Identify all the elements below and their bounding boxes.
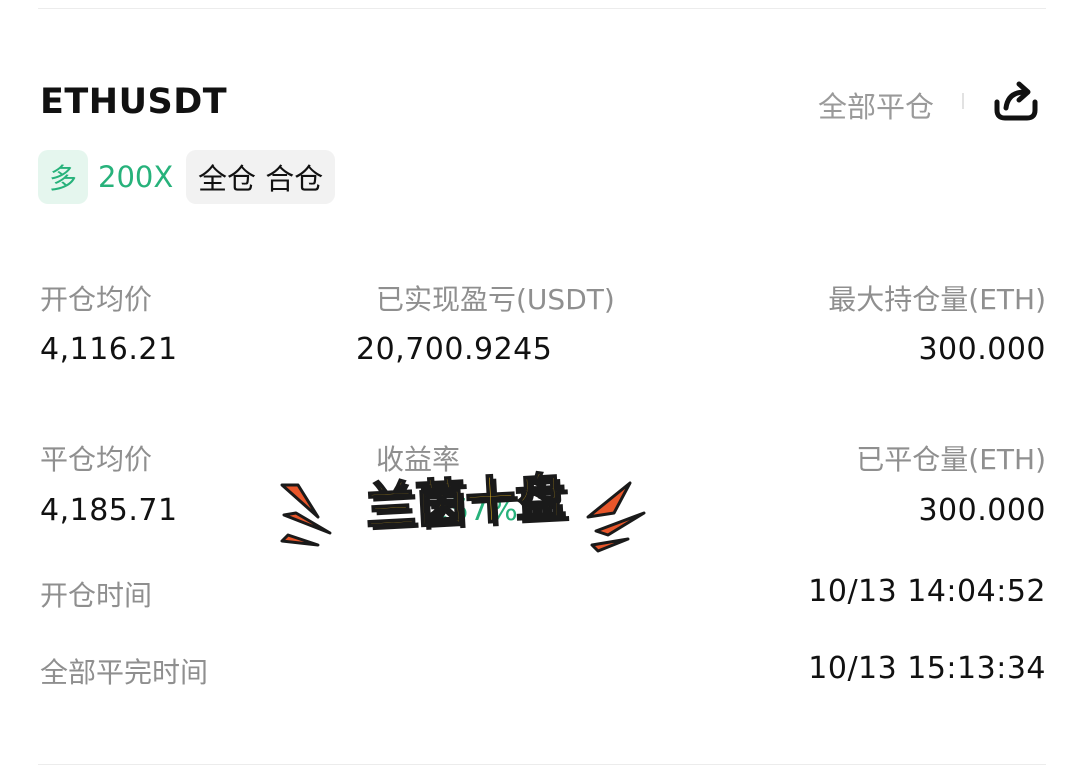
open-avg-price-value: 4,116.21	[40, 332, 178, 367]
open-avg-price-label: 开仓均价	[40, 283, 153, 316]
share-icon	[994, 81, 1038, 121]
share-button[interactable]	[990, 78, 1042, 124]
max-position-label: 最大持仓量(ETH)	[828, 283, 1046, 316]
close-complete-time-label: 全部平完时间	[40, 656, 209, 689]
max-position-value: 300.000	[918, 332, 1046, 367]
watermark-sticker: 兰茵十盘 兰茵十盘	[278, 455, 650, 555]
close-avg-price-label: 平仓均价	[40, 443, 153, 476]
close-complete-time-value: 10/13 15:13:34	[808, 651, 1046, 686]
top-divider	[38, 8, 1046, 9]
realized-pnl-value: 20,700.9245	[356, 332, 553, 367]
close-all-button[interactable]: 全部平仓	[818, 84, 934, 126]
closed-position-label: 已平仓量(ETH)	[856, 443, 1046, 476]
open-time-label: 开仓时间	[40, 579, 153, 612]
header-separator	[962, 93, 964, 109]
realized-pnl-label: 已实现盈亏(USDT)	[376, 283, 615, 316]
contract-symbol: ETHUSDT	[40, 82, 228, 122]
close-avg-price-value: 4,185.71	[40, 493, 178, 528]
sticker-text: 兰茵十盘	[364, 468, 567, 536]
closed-position-value: 300.000	[918, 493, 1046, 528]
bottom-divider	[38, 764, 1046, 765]
leverage-text: 200X	[98, 160, 174, 194]
open-time-value: 10/13 14:04:52	[808, 574, 1046, 609]
position-tags: 多 200X 全仓 合仓	[38, 150, 336, 204]
direction-badge: 多	[38, 150, 88, 204]
margin-mode-badge: 全仓 合仓	[186, 150, 336, 204]
